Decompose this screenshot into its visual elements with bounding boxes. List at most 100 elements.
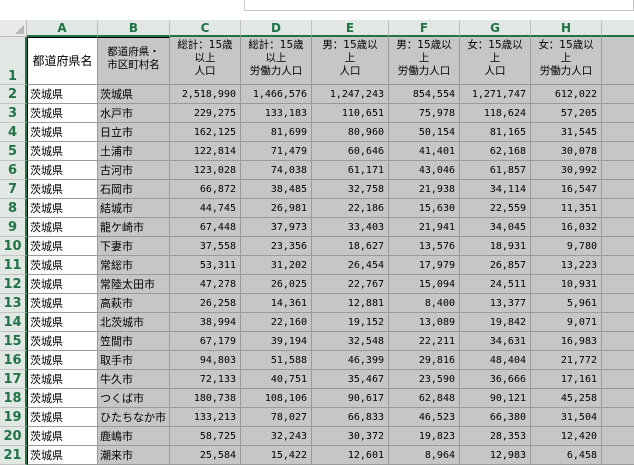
- cell-value[interactable]: 38,485: [241, 180, 312, 199]
- cell-value[interactable]: 46,399: [312, 351, 389, 370]
- cell-city[interactable]: 日立市: [98, 123, 170, 142]
- header-cell-g[interactable]: 女：15歳以上人口: [460, 37, 531, 85]
- cell-value[interactable]: 26,454: [312, 256, 389, 275]
- cell-value[interactable]: 18,627: [312, 237, 389, 256]
- cell-col-i[interactable]: [602, 408, 634, 427]
- cell-value[interactable]: 47,278: [170, 275, 241, 294]
- cell-city[interactable]: 取手市: [98, 351, 170, 370]
- cell-value[interactable]: 62,848: [389, 389, 460, 408]
- cell-value[interactable]: 94,803: [170, 351, 241, 370]
- cell-value[interactable]: 34,114: [460, 180, 531, 199]
- cell-value[interactable]: 26,981: [241, 199, 312, 218]
- cell-value[interactable]: 31,202: [241, 256, 312, 275]
- cell-city[interactable]: 土浦市: [98, 142, 170, 161]
- cell-value[interactable]: 22,559: [460, 199, 531, 218]
- column-header-h[interactable]: H: [531, 20, 602, 37]
- cell-value[interactable]: 19,823: [389, 427, 460, 446]
- row-header-19[interactable]: 19: [0, 408, 27, 427]
- cell-pref[interactable]: 茨城県: [27, 85, 98, 104]
- cell-value[interactable]: 30,372: [312, 427, 389, 446]
- header-cell-c[interactable]: 総計：15歳 以上 人口: [170, 37, 241, 85]
- cell-value[interactable]: 41,401: [389, 142, 460, 161]
- select-all-button[interactable]: [0, 20, 27, 37]
- cell-col-i[interactable]: [602, 180, 634, 199]
- cell-value[interactable]: 16,032: [531, 218, 602, 237]
- cell-city[interactable]: 石岡市: [98, 180, 170, 199]
- cell-col-i[interactable]: [602, 313, 634, 332]
- cell-value[interactable]: 34,045: [460, 218, 531, 237]
- cell-value[interactable]: 48,404: [460, 351, 531, 370]
- cell-value[interactable]: 12,881: [312, 294, 389, 313]
- cell-value[interactable]: 13,089: [389, 313, 460, 332]
- cell-value[interactable]: 44,745: [170, 199, 241, 218]
- column-header-e[interactable]: E: [312, 20, 389, 37]
- cell-city[interactable]: 北茨城市: [98, 313, 170, 332]
- cell-value[interactable]: 21,772: [531, 351, 602, 370]
- cell-value[interactable]: 40,751: [241, 370, 312, 389]
- cell-value[interactable]: 17,161: [531, 370, 602, 389]
- cell-pref[interactable]: 茨城県: [27, 313, 98, 332]
- cell-pref[interactable]: 茨城県: [27, 123, 98, 142]
- cell-value[interactable]: 51,588: [241, 351, 312, 370]
- cell-value[interactable]: 123,028: [170, 161, 241, 180]
- row-header-21[interactable]: 21: [0, 446, 27, 465]
- cell-pref[interactable]: 茨城県: [27, 370, 98, 389]
- cell-value[interactable]: 90,617: [312, 389, 389, 408]
- cell-value[interactable]: 32,243: [241, 427, 312, 446]
- row-header-1[interactable]: 1: [0, 37, 27, 85]
- cell-pref[interactable]: 茨城県: [27, 332, 98, 351]
- cell-city[interactable]: 笠間市: [98, 332, 170, 351]
- cell-value[interactable]: 10,931: [531, 275, 602, 294]
- cell-value[interactable]: 39,194: [241, 332, 312, 351]
- cell-value[interactable]: 22,211: [389, 332, 460, 351]
- cell-value[interactable]: 1,271,747: [460, 85, 531, 104]
- cell-value[interactable]: 50,154: [389, 123, 460, 142]
- cell-col-i[interactable]: [602, 427, 634, 446]
- cell-value[interactable]: 23,590: [389, 370, 460, 389]
- cell-value[interactable]: 32,548: [312, 332, 389, 351]
- cell-city[interactable]: 牛久市: [98, 370, 170, 389]
- cell-pref[interactable]: 茨城県: [27, 446, 98, 465]
- cell-value[interactable]: 61,171: [312, 161, 389, 180]
- row-header-14[interactable]: 14: [0, 313, 27, 332]
- cell-value[interactable]: 17,979: [389, 256, 460, 275]
- cell-value[interactable]: 110,651: [312, 104, 389, 123]
- row-header-13[interactable]: 13: [0, 294, 27, 313]
- cell-value[interactable]: 16,983: [531, 332, 602, 351]
- cell-value[interactable]: 21,941: [389, 218, 460, 237]
- cell-value[interactable]: 81,165: [460, 123, 531, 142]
- cell-value[interactable]: 12,601: [312, 446, 389, 465]
- cell-value[interactable]: 12,983: [460, 446, 531, 465]
- cell-value[interactable]: 23,356: [241, 237, 312, 256]
- cell-city[interactable]: 鹿嶋市: [98, 427, 170, 446]
- cell-value[interactable]: 90,121: [460, 389, 531, 408]
- cell-value[interactable]: 26,857: [460, 256, 531, 275]
- cell-value[interactable]: 78,027: [241, 408, 312, 427]
- cell-value[interactable]: 8,400: [389, 294, 460, 313]
- header-cell-h[interactable]: 女：15歳以上労働力人口: [531, 37, 602, 85]
- cell-city[interactable]: 潮来市: [98, 446, 170, 465]
- cell-value[interactable]: 62,168: [460, 142, 531, 161]
- cell-value[interactable]: 229,275: [170, 104, 241, 123]
- cell-city[interactable]: 下妻市: [98, 237, 170, 256]
- cell-value[interactable]: 21,938: [389, 180, 460, 199]
- cell-value[interactable]: 19,152: [312, 313, 389, 332]
- cell-col-i[interactable]: [602, 351, 634, 370]
- row-header-7[interactable]: 7: [0, 180, 27, 199]
- cell-value[interactable]: 45,258: [531, 389, 602, 408]
- cell-value[interactable]: 74,038: [241, 161, 312, 180]
- cell-city[interactable]: 水戸市: [98, 104, 170, 123]
- row-header-9[interactable]: 9: [0, 218, 27, 237]
- cell-value[interactable]: 37,558: [170, 237, 241, 256]
- cell-value[interactable]: 1,466,576: [241, 85, 312, 104]
- cell-value[interactable]: 37,973: [241, 218, 312, 237]
- cell-value[interactable]: 9,780: [531, 237, 602, 256]
- row-header-20[interactable]: 20: [0, 427, 27, 446]
- cell-value[interactable]: 58,725: [170, 427, 241, 446]
- cell-value[interactable]: 19,842: [460, 313, 531, 332]
- cell-city[interactable]: ひたちなか市: [98, 408, 170, 427]
- cell-city[interactable]: つくば市: [98, 389, 170, 408]
- cell-value[interactable]: 29,816: [389, 351, 460, 370]
- cell-col-i[interactable]: [602, 275, 634, 294]
- cell-city[interactable]: 高萩市: [98, 294, 170, 313]
